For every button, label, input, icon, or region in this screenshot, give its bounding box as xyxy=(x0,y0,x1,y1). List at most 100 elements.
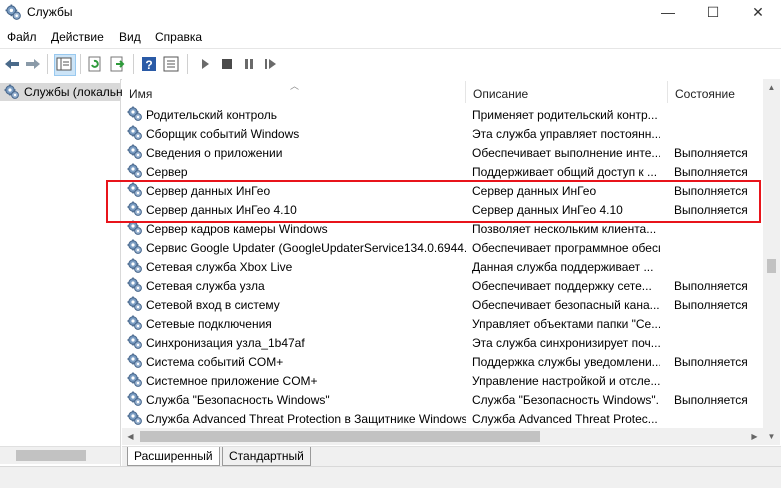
gear-icon xyxy=(127,410,143,426)
refresh-icon[interactable] xyxy=(86,55,104,73)
horizontal-scroll-thumb[interactable] xyxy=(140,431,540,442)
table-row[interactable]: Системное приложение COM+ Управление наст… xyxy=(122,371,762,390)
service-name: Сервер xyxy=(146,165,188,179)
table-row[interactable]: Сервис Google Updater (GoogleUpdaterServ… xyxy=(122,238,762,257)
scroll-down-icon[interactable]: ▼ xyxy=(763,428,780,445)
services-table-body: Родительский контроль Применяет родительс… xyxy=(122,105,762,428)
table-row[interactable]: Система событий COM+ Поддержка службы уве… xyxy=(122,352,762,371)
service-description: Поддержка службы уведомлени... xyxy=(472,355,660,369)
service-description: Позволяет нескольким клиента... xyxy=(472,222,657,236)
gear-icon xyxy=(127,334,143,350)
table-row[interactable]: Сетевая служба узла Обеспечивает поддержк… xyxy=(122,276,762,295)
service-name: Сетевая служба Xbox Live xyxy=(146,260,293,274)
gear-icon xyxy=(127,353,143,369)
service-name: Родительский контроль xyxy=(146,108,277,122)
table-row[interactable]: Сетевой вход в систему Обеспечивает безоп… xyxy=(122,295,762,314)
column-header-description[interactable]: Описание xyxy=(466,81,668,103)
table-row[interactable]: Служба Advanced Threat Protection в Защи… xyxy=(122,409,762,428)
status-bar xyxy=(0,466,781,488)
console-tree-icon xyxy=(56,57,72,71)
menu-help[interactable]: Справка xyxy=(155,30,202,44)
left-horizontal-scrollbar[interactable] xyxy=(0,446,120,464)
service-description: Служба "Безопасность Windows"... xyxy=(472,393,660,407)
table-row[interactable]: Синхронизация узла_1b47af Эта служба синх… xyxy=(122,333,762,352)
play-icon[interactable] xyxy=(196,55,214,73)
service-name: Синхронизация узла_1b47af xyxy=(146,336,305,350)
service-state: Выполняется xyxy=(674,355,748,369)
service-name: Сборщик событий Windows xyxy=(146,127,300,141)
service-name: Сетевая служба узла xyxy=(146,279,265,293)
column-header-state[interactable]: Состояние xyxy=(668,81,762,103)
service-description: Обеспечивает безопасный кана... xyxy=(472,298,660,312)
vertical-scroll-thumb[interactable] xyxy=(767,259,776,273)
gear-icon xyxy=(127,315,143,331)
service-description: Данная служба поддерживает ... xyxy=(472,260,654,274)
close-button[interactable]: ✕ xyxy=(735,0,781,26)
service-name: Сетевой вход в систему xyxy=(146,298,280,312)
column-header-name[interactable]: Имя ︿ xyxy=(122,81,466,103)
pause-icon[interactable] xyxy=(240,55,258,73)
console-tree-button[interactable] xyxy=(54,54,76,76)
services-list-pane: Имя ︿ Описание Состояние Родительский ко… xyxy=(122,79,781,466)
service-description: Обеспечивает поддержку сете... xyxy=(472,279,652,293)
service-state: Выполняется xyxy=(674,279,748,293)
gear-icon xyxy=(127,106,143,122)
back-arrow-icon[interactable] xyxy=(3,55,21,73)
table-row[interactable]: Родительский контроль Применяет родительс… xyxy=(122,105,762,124)
service-description: Управление настройкой и отсле... xyxy=(472,374,660,388)
service-description: Управляет объектами папки "Се... xyxy=(472,317,660,331)
table-row[interactable]: Сервер Поддерживает общий доступ к ... Вып… xyxy=(122,162,762,181)
console-tree-pane: Службы (локальн xyxy=(0,79,123,466)
gear-icon xyxy=(127,144,143,160)
service-name: Служба "Безопасность Windows" xyxy=(146,393,330,407)
service-state: Выполняется xyxy=(674,393,748,407)
service-name: Служба Advanced Threat Protection в Защи… xyxy=(146,412,466,426)
menu-file[interactable]: Файл xyxy=(7,30,37,44)
gear-icon xyxy=(4,84,20,100)
table-row[interactable]: Сборщик событий Windows Эта служба управл… xyxy=(122,124,762,143)
tab-extended[interactable]: Расширенный xyxy=(127,447,220,466)
minimize-button[interactable]: — xyxy=(645,0,691,26)
export-list-icon[interactable] xyxy=(108,55,126,73)
service-state: Выполняется xyxy=(674,298,748,312)
table-row[interactable]: Сетевая служба Xbox Live Данная служба по… xyxy=(122,257,762,276)
menu-bar: Файл Действие Вид Справка xyxy=(0,26,781,48)
tree-item-services-local[interactable]: Службы (локальн xyxy=(0,83,123,101)
menu-action[interactable]: Действие xyxy=(51,30,104,44)
service-description: Применяет родительский контр... xyxy=(472,108,658,122)
horizontal-scrollbar[interactable]: ◀ ▶ xyxy=(122,428,763,445)
restart-icon[interactable] xyxy=(262,55,280,73)
service-name: Сетевые подключения xyxy=(146,317,272,331)
table-row[interactable]: Служба "Безопасность Windows" Служба "Без… xyxy=(122,390,762,409)
service-state: Выполняется xyxy=(674,146,748,160)
scroll-right-icon[interactable]: ▶ xyxy=(746,428,763,445)
sort-ascending-icon: ︿ xyxy=(290,81,300,91)
forward-arrow-icon[interactable] xyxy=(24,55,42,73)
gear-icon xyxy=(127,296,143,312)
table-row[interactable]: Сетевые подключения Управляет объектами п… xyxy=(122,314,762,333)
toolbar: ? xyxy=(0,48,781,80)
vertical-scrollbar[interactable]: ▲ ▼ xyxy=(763,79,780,445)
service-description: Служба Advanced Threat Protec... xyxy=(472,412,658,426)
service-name: Системное приложение COM+ xyxy=(146,374,318,388)
gear-icon xyxy=(127,239,143,255)
table-row[interactable]: Сведения о приложении Обеспечивает выполн… xyxy=(122,143,762,162)
title-bar: Службы — ☐ ✕ xyxy=(0,0,781,26)
service-name: Система событий COM+ xyxy=(146,355,284,369)
maximize-button[interactable]: ☐ xyxy=(690,0,736,26)
stop-icon[interactable] xyxy=(218,55,236,73)
service-name: Сервис Google Updater (GoogleUpdaterServ… xyxy=(146,241,466,255)
properties-icon[interactable] xyxy=(162,55,180,73)
column-header-name-label: Имя xyxy=(129,87,153,101)
menu-view[interactable]: Вид xyxy=(119,30,141,44)
scroll-up-icon[interactable]: ▲ xyxy=(763,79,780,96)
service-description: Эта служба управляет постоянн... xyxy=(472,127,660,141)
gear-icon xyxy=(127,163,143,179)
tab-standard[interactable]: Стандартный xyxy=(222,447,311,466)
service-description: Обеспечивает программное обесп... xyxy=(472,241,660,255)
service-description: Эта служба синхронизирует поч... xyxy=(472,336,660,350)
service-name: Сервер кадров камеры Windows xyxy=(146,222,328,236)
scroll-left-icon[interactable]: ◀ xyxy=(122,428,139,445)
svg-text:?: ? xyxy=(145,58,152,72)
help-icon[interactable]: ? xyxy=(140,55,158,73)
